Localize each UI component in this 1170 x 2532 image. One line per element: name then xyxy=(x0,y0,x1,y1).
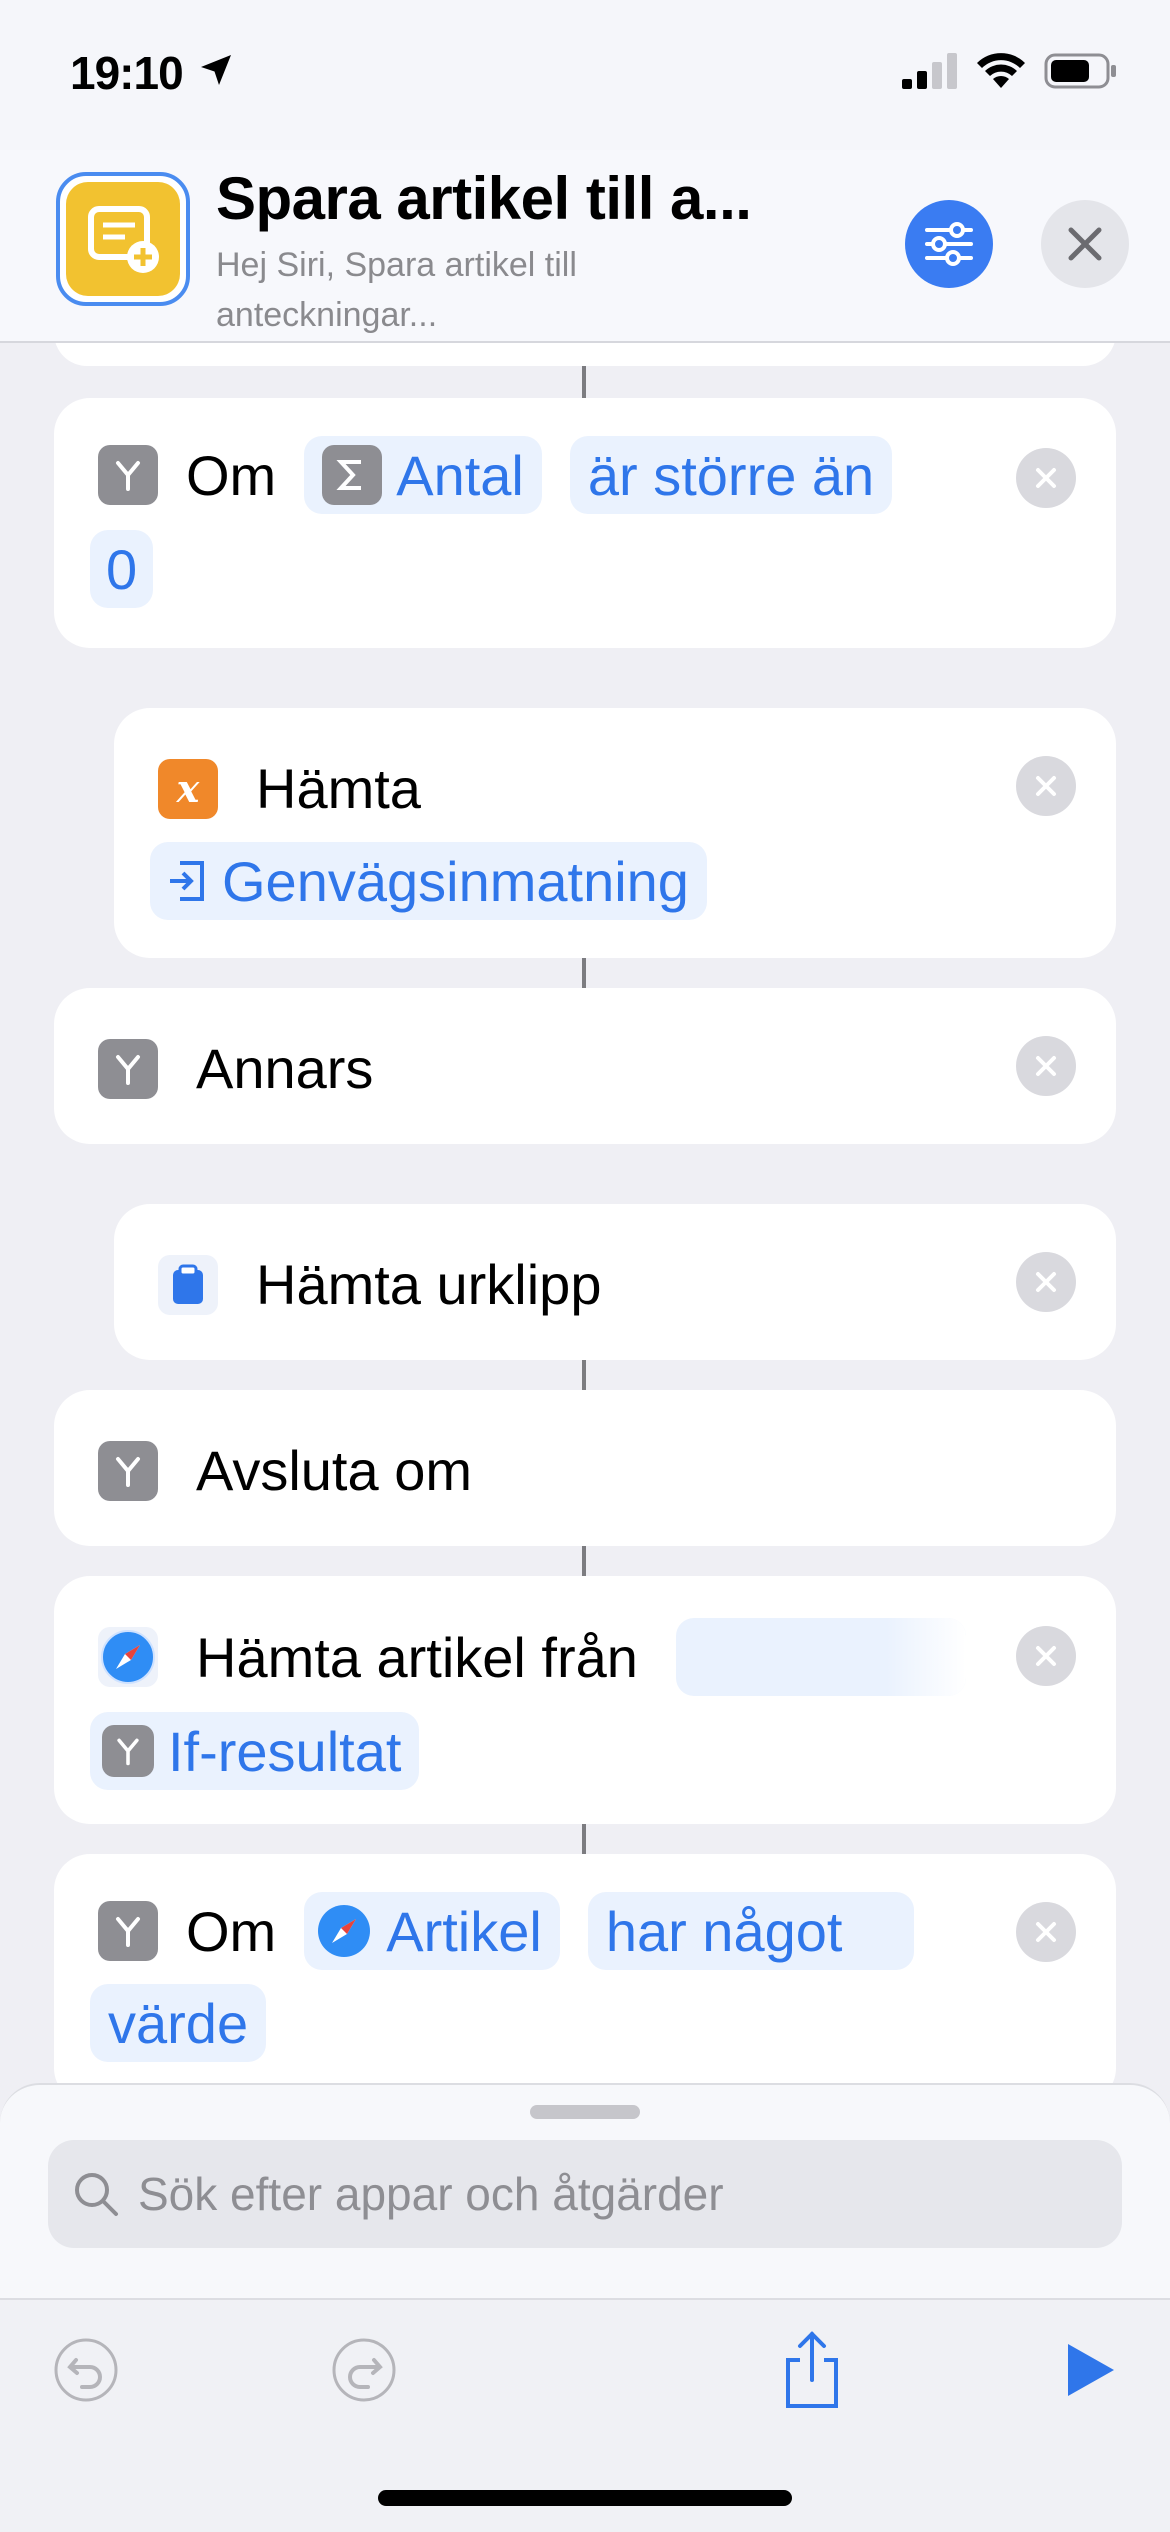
redo-button[interactable] xyxy=(324,2330,404,2410)
close-icon xyxy=(1036,1646,1056,1666)
if-branch-icon xyxy=(98,1440,158,1501)
condition-token-continued[interactable]: värde xyxy=(90,1984,267,2062)
search-placeholder: Sök efter appar och åtgärder xyxy=(138,2168,724,2220)
search-field[interactable]: Sök efter appar och åtgärder xyxy=(48,2140,1122,2248)
if-keyword: Om xyxy=(186,1899,277,1963)
shortcut-title[interactable]: Spara artikel till a... xyxy=(216,164,752,233)
share-button[interactable] xyxy=(772,2330,852,2410)
close-icon xyxy=(1036,1922,1056,1942)
status-time: 19:10 xyxy=(70,47,184,99)
wifi-icon xyxy=(977,53,1025,88)
close-button[interactable] xyxy=(1041,200,1129,288)
sliders-icon xyxy=(925,222,973,266)
action-label: Hämta artikel från xyxy=(196,1625,638,1689)
search-icon xyxy=(75,2173,118,2216)
action-card-if[interactable]: Om Antal är större än 0 xyxy=(54,398,1116,648)
status-bar: 19:10 xyxy=(0,0,1170,150)
action-card-end-if[interactable]: Avsluta om xyxy=(54,1390,1116,1546)
run-button[interactable] xyxy=(1050,2330,1130,2410)
variable-label: Artikel xyxy=(386,1899,542,1963)
variable-token-antal[interactable]: Antal xyxy=(304,436,542,514)
shortcut-input-icon xyxy=(170,861,204,901)
close-icon xyxy=(1036,1272,1056,1292)
action-label: Hämta xyxy=(256,757,421,820)
sigma-icon xyxy=(322,445,383,505)
close-icon xyxy=(1036,468,1056,488)
signal-icon xyxy=(902,53,957,89)
variable-token-if-result[interactable]: If-resultat xyxy=(90,1712,420,1790)
action-card-get-clipboard[interactable]: Hämta urklipp xyxy=(114,1204,1116,1360)
notes-add-icon xyxy=(88,206,159,273)
remove-action-button[interactable] xyxy=(1016,1902,1076,1962)
if-branch-icon xyxy=(102,1725,154,1777)
play-icon xyxy=(1068,2344,1114,2396)
variable-label: If-resultat xyxy=(168,1719,402,1783)
action-card-if-article[interactable]: Om Artikel har något värde xyxy=(54,1854,1116,2104)
safari-icon xyxy=(98,1627,158,1687)
action-label: Avsluta om xyxy=(196,1439,472,1502)
remove-action-button[interactable] xyxy=(1016,1036,1076,1096)
settings-button[interactable] xyxy=(905,200,993,288)
close-icon xyxy=(1036,776,1056,796)
redo-icon xyxy=(332,2338,396,2402)
action-label: Annars xyxy=(196,1037,374,1100)
battery-icon xyxy=(1044,53,1116,89)
safari-icon xyxy=(318,1905,371,1957)
close-icon xyxy=(1068,227,1102,261)
shortcut-subtitle: Hej Siri, Spara artikel till anteckninga… xyxy=(216,246,577,334)
variable-token-article[interactable]: Artikel xyxy=(304,1892,560,1970)
value-token[interactable]: 0 xyxy=(90,530,154,608)
variable-x-icon: x xyxy=(158,758,218,819)
action-card-get-article[interactable]: Hämta artikel från If-resultat xyxy=(54,1576,1116,1824)
sheet-grabber[interactable] xyxy=(530,2105,640,2119)
undo-button[interactable] xyxy=(46,2330,126,2410)
variable-label: Genvägsinmatning xyxy=(222,849,689,913)
remove-action-button[interactable] xyxy=(1016,1626,1076,1686)
empty-token[interactable] xyxy=(675,1618,966,1696)
shortcut-icon[interactable] xyxy=(56,172,190,306)
action-card-otherwise[interactable]: Annars xyxy=(54,988,1116,1144)
home-indicator xyxy=(378,2490,792,2506)
close-icon xyxy=(1036,1056,1056,1076)
shortcut-header: Spara artikel till a... Hej Siri, Spara … xyxy=(0,150,1170,343)
undo-icon xyxy=(54,2338,118,2402)
action-search-sheet: Sök efter appar och åtgärder xyxy=(0,2083,1170,2298)
remove-action-button[interactable] xyxy=(1016,756,1076,816)
if-branch-icon xyxy=(98,1038,158,1099)
action-label: Hämta urklipp xyxy=(256,1253,602,1316)
variable-token-shortcut-input[interactable]: Genvägsinmatning xyxy=(150,842,707,920)
variable-label: Antal xyxy=(396,443,524,507)
condition-token[interactable]: är större än xyxy=(569,436,893,514)
clipboard-icon xyxy=(158,1254,218,1315)
action-card-get-input[interactable]: x Hämta Genvägsinmatning xyxy=(114,708,1116,958)
if-keyword: Om xyxy=(186,443,277,507)
status-indicators xyxy=(902,52,1118,90)
if-branch-icon xyxy=(98,1901,158,1961)
condition-token[interactable]: har något xyxy=(587,1892,915,1970)
remove-action-button[interactable] xyxy=(1016,1252,1076,1312)
remove-action-button[interactable] xyxy=(1016,448,1076,508)
share-icon xyxy=(786,2331,838,2408)
if-branch-icon xyxy=(98,445,158,505)
location-arrow-icon xyxy=(201,55,231,85)
